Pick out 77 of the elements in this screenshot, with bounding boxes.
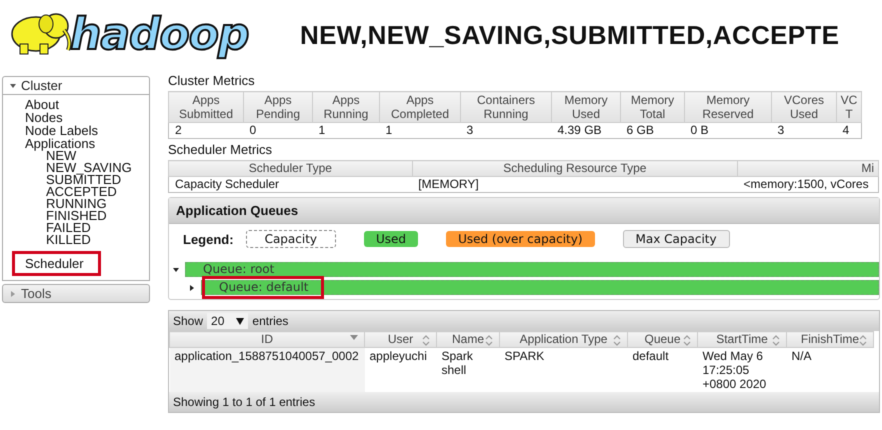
nav-link[interactable]: NEW_SAVING	[46, 162, 149, 174]
nav-link[interactable]: About	[25, 98, 59, 111]
column-header: Apps Running	[312, 92, 380, 122]
nav-link[interactable]: NEW	[46, 150, 149, 162]
nav-link[interactable]: SUBMITTED	[46, 174, 149, 186]
column-header: VC T	[836, 92, 862, 122]
column-header: Mi	[738, 160, 878, 176]
column-header: Memory Reserved	[684, 92, 772, 122]
table-cell: Spark shell	[436, 348, 500, 392]
queue-label[interactable]: Queue: default	[202, 276, 324, 299]
column-header: Apps Pending	[244, 92, 312, 122]
table-cell: 6 GB	[620, 122, 684, 138]
nav-link[interactable]: Applications	[25, 137, 96, 150]
table-cell: Wed May 6 17:25:05 +0800 2020	[698, 348, 786, 392]
page-size-select[interactable]: 20	[207, 313, 248, 329]
table-cell: application_1588751040057_0002	[170, 348, 364, 392]
nav-link[interactable]: FAILED	[46, 222, 149, 234]
table-cell: <memory:1500, vCores	[738, 176, 878, 192]
legend-item: Capacity	[246, 230, 336, 248]
table-cell: 0	[244, 122, 312, 138]
queue-bar[interactable]: Queue: root	[185, 262, 879, 277]
table-cell: 4.39 GB	[552, 122, 620, 138]
column-header: Scheduling Resource Type	[412, 160, 738, 176]
section-header[interactable]: Cluster	[2, 76, 150, 95]
table-cell: 3	[772, 122, 836, 138]
collapse-icon	[10, 82, 16, 88]
table-cell: 3	[460, 122, 552, 138]
panel-title: Application Queues	[169, 198, 879, 224]
table-cell: 1	[380, 122, 460, 138]
column-header: Memory Used	[552, 92, 620, 122]
queue-label[interactable]: Queue: root	[186, 260, 290, 279]
legend-label: Legend:	[183, 232, 234, 246]
table-cell: [MEMORY]	[412, 176, 738, 192]
column-header[interactable]: Name	[436, 332, 500, 348]
table-cell: 2	[168, 122, 244, 138]
table-cell: appleyuchi	[364, 348, 436, 392]
column-header: Apps Submitted	[168, 92, 244, 122]
column-header: Memory Total	[620, 92, 684, 122]
table-cell: default	[628, 348, 698, 392]
table-cell: N/A	[786, 348, 874, 392]
section-title: Scheduler Metrics	[168, 142, 274, 157]
table-footer: Showing 1 to 1 of 1 entries	[169, 392, 879, 412]
legend-item: Used (over capacity)	[446, 231, 595, 247]
page-title: NEW,NEW_SAVING,SUBMITTED,ACCEPTE	[300, 20, 840, 50]
expand-icon	[10, 290, 16, 296]
logo-text: hadoop	[70, 9, 248, 61]
column-header: VCores Used	[772, 92, 836, 122]
column-header[interactable]: StartTime	[698, 332, 786, 348]
column-header: Containers Running	[460, 92, 552, 122]
column-header[interactable]: Queue	[628, 332, 698, 348]
nav-link[interactable]: FINISHED	[46, 210, 149, 222]
nav-link[interactable]: KILLED	[46, 234, 149, 246]
nav-link[interactable]: Nodes	[25, 111, 63, 124]
collapse-icon[interactable]	[173, 266, 179, 272]
column-header[interactable]: User	[364, 332, 436, 348]
column-header: Scheduler Type	[168, 160, 412, 176]
section-header[interactable]: Tools	[2, 284, 150, 303]
nav-link[interactable]: ACCEPTED	[46, 186, 149, 198]
dropdown-icon	[236, 318, 244, 324]
table-cell: 0 B	[684, 122, 772, 138]
column-header: Apps Completed	[380, 92, 460, 122]
nav-link[interactable]: Scheduler	[15, 254, 98, 273]
table-cell: 1	[312, 122, 380, 138]
nav-link[interactable]: Node Labels	[25, 124, 98, 137]
section-title: Cluster Metrics	[168, 73, 256, 88]
nav-link[interactable]: RUNNING	[46, 198, 149, 210]
legend-item: Used	[364, 231, 418, 247]
table-cell: Capacity Scheduler	[168, 176, 412, 192]
column-header[interactable]: FinishTime	[786, 332, 874, 348]
legend-item: Max Capacity	[622, 230, 730, 248]
table-cell: SPARK	[500, 348, 628, 392]
expand-icon[interactable]	[189, 284, 195, 290]
show-label: Show	[173, 314, 204, 328]
column-header[interactable]: ID	[170, 332, 364, 348]
column-header[interactable]: Application Type	[500, 332, 628, 348]
table-cell: 4	[836, 122, 862, 138]
entries-label: entries	[252, 314, 288, 328]
